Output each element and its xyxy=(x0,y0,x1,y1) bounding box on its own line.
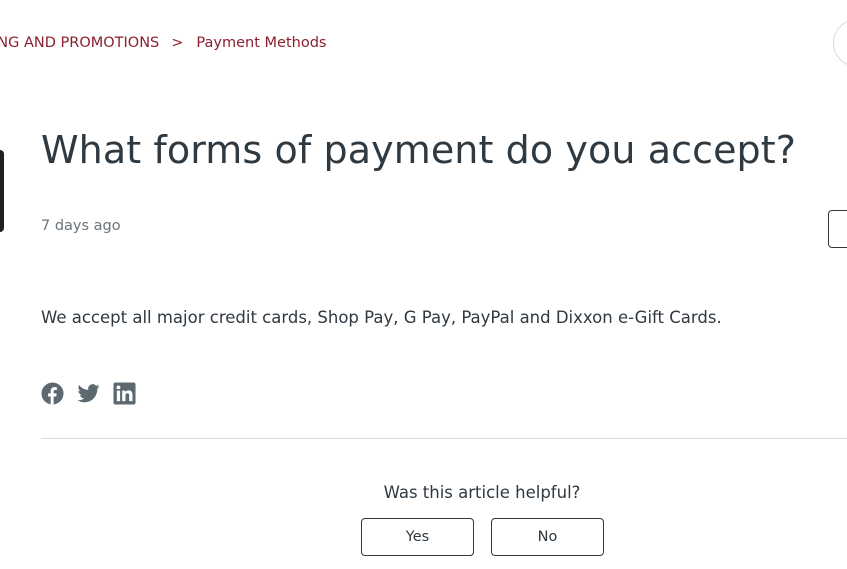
helpful-question: Was this article helpful? xyxy=(383,483,581,502)
search-button[interactable] xyxy=(833,19,847,67)
vote-no-button[interactable]: No xyxy=(491,518,604,556)
article-page: ING AND PROMOTIONS > Payment Methods Wha… xyxy=(0,0,847,569)
breadcrumb-item-category[interactable]: ING AND PROMOTIONS xyxy=(0,35,159,51)
article-posted-date: 7 days ago xyxy=(41,218,121,234)
article-divider xyxy=(41,438,847,439)
follow-button[interactable] xyxy=(828,210,847,248)
twitter-icon[interactable] xyxy=(77,382,100,405)
share-links xyxy=(41,382,136,405)
breadcrumb: ING AND PROMOTIONS > Payment Methods xyxy=(0,35,326,51)
vote-yes-button[interactable]: Yes xyxy=(361,518,474,556)
linkedin-icon[interactable] xyxy=(113,382,136,405)
article-title: What forms of payment do you accept? xyxy=(41,128,797,172)
article-body: We accept all major credit cards, Shop P… xyxy=(41,308,722,327)
side-tab[interactable] xyxy=(0,150,4,232)
breadcrumb-item-section[interactable]: Payment Methods xyxy=(196,35,326,51)
breadcrumb-separator: > xyxy=(171,35,184,51)
facebook-icon[interactable] xyxy=(41,382,64,405)
